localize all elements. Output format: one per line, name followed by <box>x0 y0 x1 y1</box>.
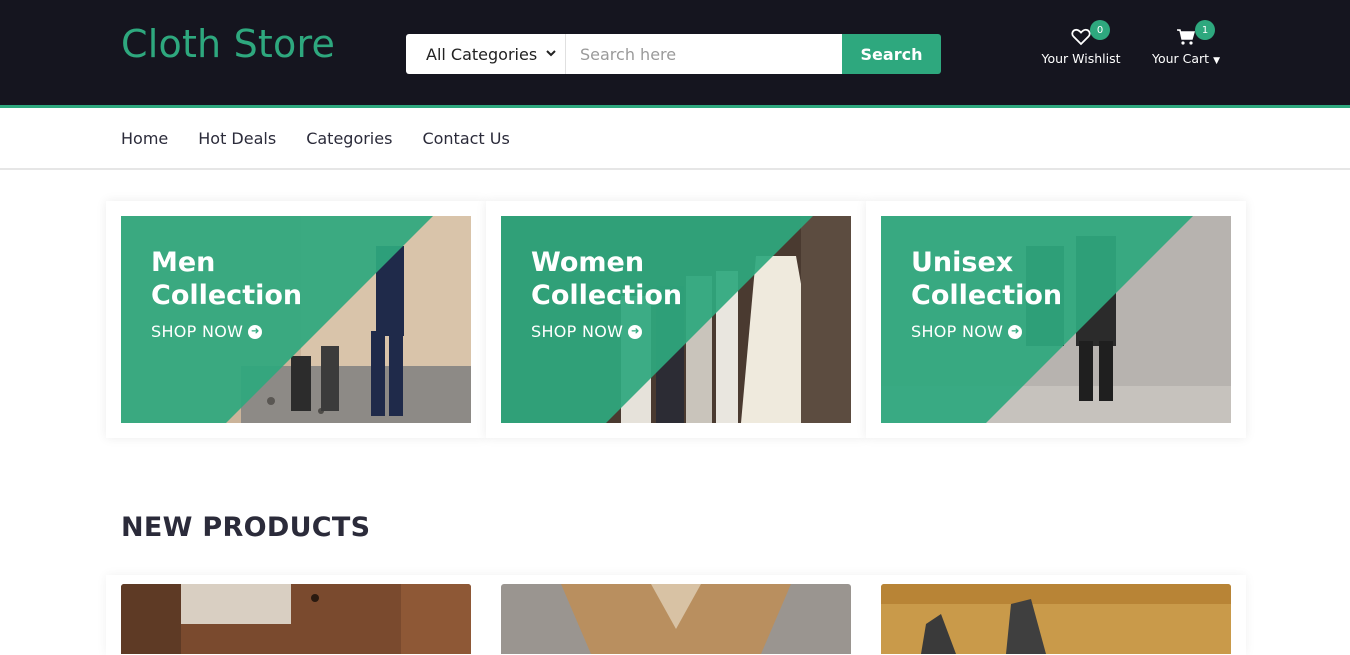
product-image[interactable] <box>121 584 471 654</box>
arrow-right-circle-icon: ➜ <box>628 324 643 339</box>
nav-item-home[interactable]: Home <box>121 129 168 148</box>
collection-banner-unisex[interactable]: Unisex Collection SHOP NOW ➜ <box>881 216 1231 423</box>
collection-banner-men[interactable]: Men Collection SHOP NOW ➜ <box>121 216 471 423</box>
arrow-right-circle-icon: ➜ <box>1008 324 1023 339</box>
search-bar: All Categories Search here Search <box>406 34 941 74</box>
shop-now-link[interactable]: SHOP NOW ➜ <box>531 322 682 341</box>
main-nav: Home Hot Deals Categories Contact Us <box>0 108 1350 170</box>
caret-down-icon: ▼ <box>1213 56 1220 66</box>
store-logo[interactable]: Cloth Store <box>121 22 335 66</box>
product-image[interactable] <box>881 584 1231 654</box>
shop-now-link[interactable]: SHOP NOW ➜ <box>151 322 302 341</box>
nav-item-hot-deals[interactable]: Hot Deals <box>198 129 276 148</box>
collection-title-line2: Collection <box>531 280 683 311</box>
product-image[interactable] <box>501 584 851 654</box>
wishlist-count-badge: 0 <box>1090 20 1110 40</box>
collection-title-line1: Unisex <box>911 247 1014 278</box>
chevron-down-icon <box>545 45 557 64</box>
collection-text-women: Women Collection SHOP NOW ➜ <box>531 246 682 341</box>
collection-title: Unisex Collection <box>911 246 1062 312</box>
collections-row: Men Collection SHOP NOW ➜ Women Collecti… <box>106 201 1246 438</box>
collection-card-unisex[interactable]: Unisex Collection SHOP NOW ➜ <box>866 201 1246 438</box>
collection-text-men: Men Collection SHOP NOW ➜ <box>151 246 302 341</box>
wishlist-label: Your Wishlist <box>1041 51 1121 66</box>
collection-title-line2: Collection <box>151 280 303 311</box>
search-input[interactable]: Search here <box>566 34 842 74</box>
product-card[interactable] <box>486 575 866 655</box>
nav-item-contact-us[interactable]: Contact Us <box>422 129 509 148</box>
product-card[interactable] <box>106 575 486 655</box>
new-products-heading: NEW PRODUCTS <box>121 512 371 543</box>
category-select[interactable]: All Categories <box>406 34 566 74</box>
arrow-right-circle-icon: ➜ <box>248 324 263 339</box>
cart-label-text: Your Cart <box>1152 51 1210 66</box>
product-card[interactable] <box>866 575 1246 655</box>
collection-card-women[interactable]: Women Collection SHOP NOW ➜ <box>486 201 866 438</box>
site-header: Cloth Store All Categories Search here S… <box>0 0 1350 108</box>
collection-title: Men Collection <box>151 246 302 312</box>
shop-now-link[interactable]: SHOP NOW ➜ <box>911 322 1062 341</box>
nav-item-categories[interactable]: Categories <box>306 129 392 148</box>
shop-now-label: SHOP NOW <box>531 322 624 341</box>
shop-now-label: SHOP NOW <box>151 322 244 341</box>
cart-label: Your Cart ▼ <box>1148 51 1224 66</box>
search-button[interactable]: Search <box>842 34 941 74</box>
category-select-value: All Categories <box>426 44 538 64</box>
cart-count-badge: 1 <box>1195 20 1215 40</box>
collection-title-line1: Women <box>531 247 645 278</box>
collection-title-line1: Men <box>151 247 216 278</box>
shop-now-label: SHOP NOW <box>911 322 1004 341</box>
collection-text-unisex: Unisex Collection SHOP NOW ➜ <box>911 246 1062 341</box>
collection-banner-women[interactable]: Women Collection SHOP NOW ➜ <box>501 216 851 423</box>
collection-card-men[interactable]: Men Collection SHOP NOW ➜ <box>106 201 486 438</box>
wishlist-link[interactable]: 0 Your Wishlist <box>1040 20 1122 66</box>
collection-title: Women Collection <box>531 246 682 312</box>
cart-link[interactable]: 1 Your Cart ▼ <box>1148 20 1224 66</box>
new-products-row <box>106 575 1246 655</box>
collection-title-line2: Collection <box>911 280 1063 311</box>
